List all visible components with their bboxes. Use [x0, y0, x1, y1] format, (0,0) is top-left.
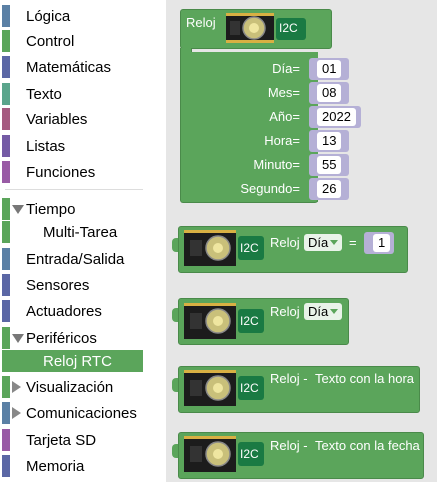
category-color-bar [2, 300, 10, 322]
category-color-bar [2, 429, 10, 451]
subcategory-color-bar [2, 221, 10, 243]
category-label: Lógica [26, 8, 71, 25]
set-clock-field-label: Minuto= [253, 157, 300, 172]
category-funciones[interactable]: Funciones [0, 161, 145, 183]
category-control[interactable]: Control [0, 30, 145, 52]
i2c-label: I2C [240, 314, 259, 328]
category-lógica[interactable]: Lógica [0, 5, 145, 27]
set-clock-value[interactable]: 01 [317, 60, 342, 78]
category-entrada-salida[interactable]: Entrada/Salida [0, 248, 145, 270]
category-label: Actuadores [26, 303, 102, 320]
category-label: Listas [26, 138, 66, 155]
category-color-bar [2, 248, 10, 270]
i2c-label: I2C [240, 447, 259, 461]
set-clock-field-label: Segundo= [240, 181, 300, 196]
toolbox-divider [5, 189, 143, 190]
expand-open-icon[interactable] [12, 334, 24, 343]
category-memoria[interactable]: Memoria [0, 455, 145, 477]
category-color-bar [2, 56, 10, 78]
subcategory-color-bar [4, 350, 12, 372]
category-color-bar [2, 198, 10, 220]
category-label: Entrada/Salida [26, 251, 125, 268]
category-label: Variables [26, 111, 88, 128]
category-label: Tarjeta SD [26, 432, 97, 449]
rtc-module-icon: I2C [184, 436, 264, 472]
category-variables[interactable]: Variables [0, 108, 145, 130]
set-clock-field-label: Año= [269, 109, 300, 124]
date-text-title: Reloj - [270, 438, 308, 453]
category-label: Reloj RTC [43, 353, 112, 370]
compare-value[interactable]: 1 [373, 234, 391, 252]
set-clock-title: Reloj [186, 15, 216, 30]
workspace[interactable]: Reloj I2C Día= 01 Mes= 08 Año= 2022 Hora= 13 Min… [166, 0, 437, 482]
time-text-title: Reloj - [270, 371, 308, 386]
category-color-bar [2, 83, 10, 105]
rtc-module-icon: I2C [184, 303, 264, 339]
category-color-bar [2, 376, 10, 398]
category-color-bar [2, 135, 10, 157]
get-field-dropdown[interactable]: Día [304, 303, 343, 320]
rtc-module-icon: I2C [226, 13, 314, 43]
compare-title: Reloj [270, 235, 300, 250]
i2c-label: I2C [279, 21, 298, 35]
set-clock-value[interactable]: 2022 [317, 108, 356, 126]
set-clock-field-label: Mes= [267, 85, 300, 100]
set-clock-field-label: Hora= [264, 133, 300, 148]
category-label: Sensores [26, 277, 90, 294]
category-reloj-rtc[interactable]: Reloj RTC [2, 350, 143, 372]
category-matemáticas[interactable]: Matemáticas [0, 56, 145, 78]
category-visualización[interactable]: Visualización [0, 376, 145, 398]
set-clock-value[interactable]: 13 [317, 132, 342, 150]
time-text-label: Texto con la hora [315, 371, 415, 386]
category-label: Visualización [26, 379, 114, 396]
category-actuadores[interactable]: Actuadores [0, 300, 145, 322]
category-color-bar [2, 402, 10, 424]
category-color-bar [2, 5, 10, 27]
expand-open-icon[interactable] [12, 205, 24, 214]
set-clock-value[interactable]: 26 [317, 180, 342, 198]
category-label: Multi-Tarea [43, 224, 118, 241]
category-comunicaciones[interactable]: Comunicaciones [0, 402, 145, 424]
compare-field-dropdown[interactable]: Día [304, 234, 343, 251]
category-color-bar [2, 327, 10, 349]
date-text-label: Texto con la fecha [315, 438, 420, 453]
category-tiempo[interactable]: Tiempo [0, 198, 145, 220]
expand-closed-icon[interactable] [12, 407, 21, 419]
i2c-label: I2C [240, 241, 259, 255]
set-clock-value[interactable]: 55 [317, 156, 342, 174]
category-tarjeta-sd[interactable]: Tarjeta SD [0, 429, 145, 451]
category-listas[interactable]: Listas [0, 135, 145, 157]
toolbox: Lógica Control Matemáticas Texto Variables Li… [0, 0, 145, 482]
category-sensores[interactable]: Sensores [0, 274, 145, 296]
category-label: Memoria [26, 458, 85, 475]
rtc-module-icon: I2C [184, 370, 264, 406]
category-periféricos[interactable]: Periféricos [0, 327, 145, 349]
category-label: Control [26, 33, 75, 50]
category-color-bar [2, 108, 10, 130]
category-label: Tiempo [26, 201, 76, 218]
category-multi-tarea[interactable]: Multi-Tarea [0, 221, 145, 243]
rtc-module-icon: I2C [184, 230, 264, 266]
category-color-bar [2, 274, 10, 296]
i2c-label: I2C [240, 381, 259, 395]
expand-closed-icon[interactable] [12, 381, 21, 393]
category-label: Funciones [26, 164, 96, 181]
category-label: Comunicaciones [26, 405, 137, 422]
category-texto[interactable]: Texto [0, 83, 145, 105]
category-color-bar [2, 161, 10, 183]
category-label: Matemáticas [26, 59, 112, 76]
set-clock-value[interactable]: 08 [317, 84, 342, 102]
category-color-bar [2, 30, 10, 52]
compare-operator[interactable]: = [349, 235, 357, 250]
category-color-bar [2, 455, 10, 477]
category-label: Periféricos [26, 330, 97, 347]
set-clock-field-label: Día= [272, 61, 300, 76]
category-label: Texto [26, 86, 62, 103]
get-title: Reloj [270, 304, 300, 319]
